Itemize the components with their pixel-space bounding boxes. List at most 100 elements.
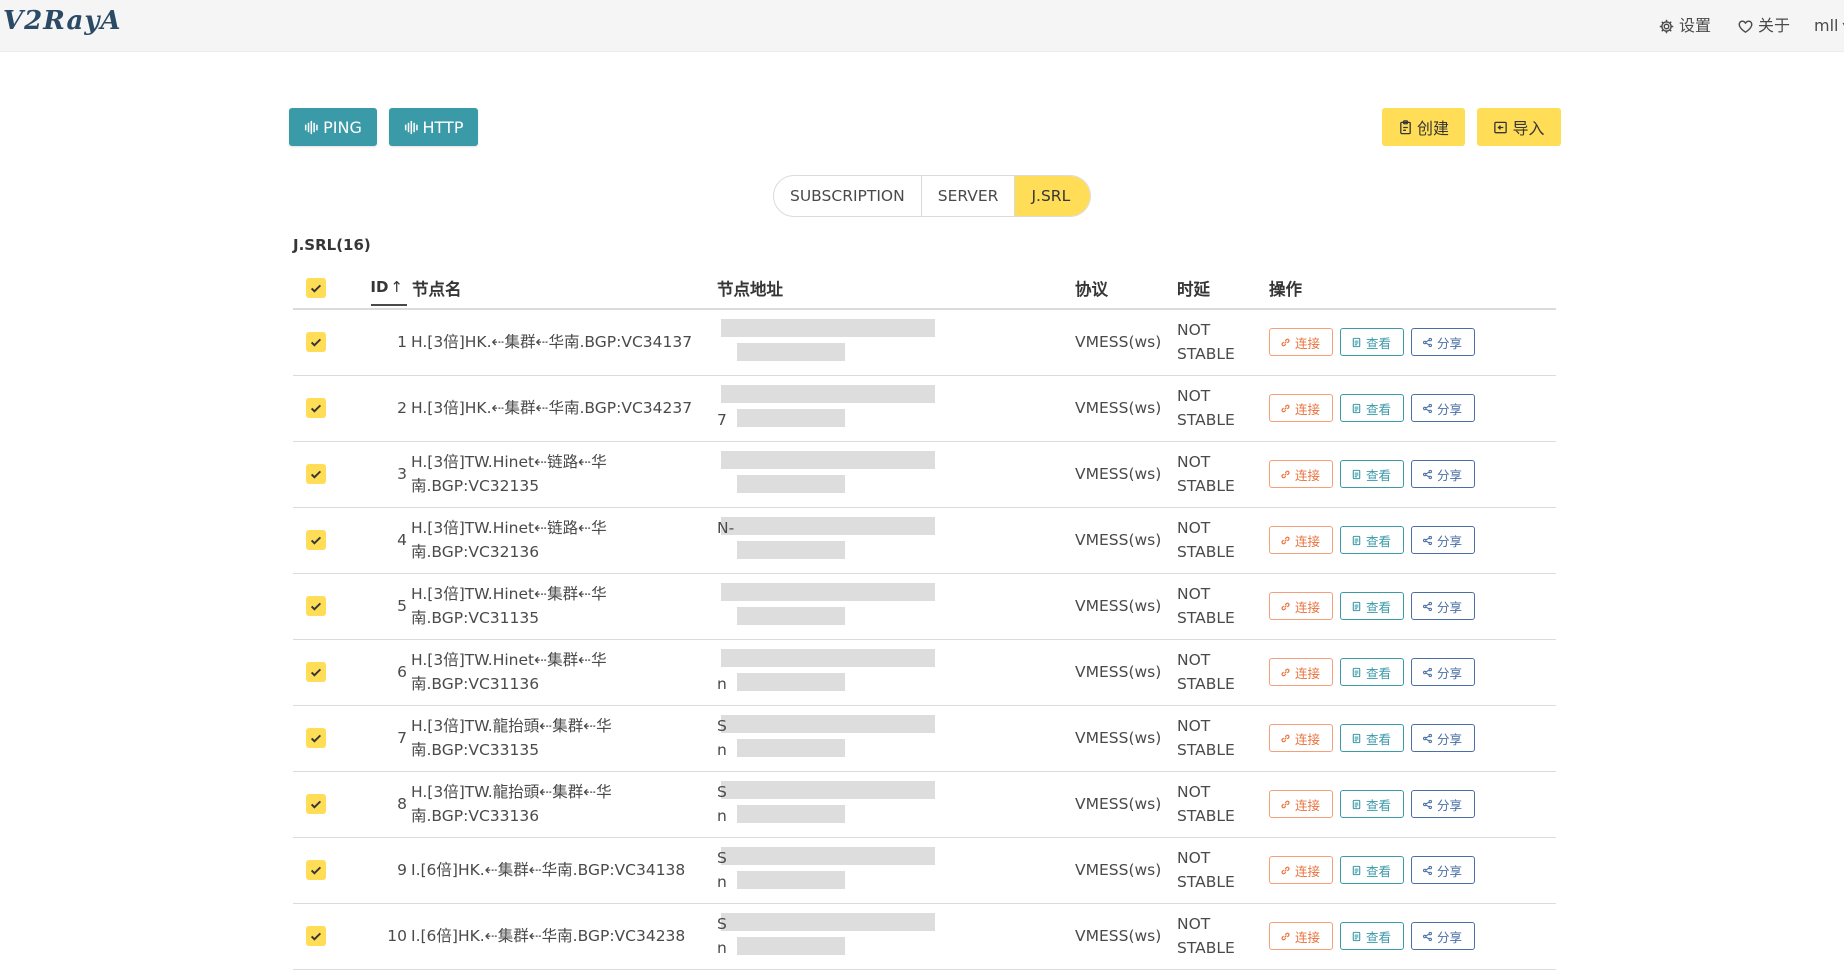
row-protocol: VMESS(ws) — [1075, 597, 1162, 615]
http-label: HTTP — [422, 117, 464, 137]
connect-button[interactable]: 连接 — [1269, 394, 1333, 422]
row-actions: 连接 查看 分享 — [1269, 922, 1475, 950]
row-checkbox[interactable] — [306, 662, 326, 682]
table-row: 7 H.[3倍]TW.龍抬頭⇠集群⇠华 南.BGP:VC33135 Sn VMESS(w… — [293, 706, 1556, 772]
check-icon — [310, 932, 322, 941]
http-button[interactable]: HTTP — [389, 108, 478, 146]
latency-line2: STABLE — [1177, 741, 1235, 759]
table-row: 10 I.[6倍]HK.⇠集群⇠华南.BGP:VC34238 Sn VMESS(ws)… — [293, 904, 1556, 970]
row-checkbox[interactable] — [306, 860, 326, 880]
row-protocol: VMESS(ws) — [1075, 333, 1162, 351]
view-label: 查看 — [1366, 335, 1392, 351]
about-link[interactable]: 关于 — [1737, 14, 1790, 38]
create-button[interactable]: 创建 — [1382, 108, 1465, 146]
row-node-name: I.[6倍]HK.⇠集群⇠华南.BGP:VC34138 — [411, 858, 711, 882]
view-button[interactable]: 查看 — [1340, 592, 1404, 620]
share-button[interactable]: 分享 — [1411, 790, 1475, 818]
document-icon — [1352, 667, 1361, 677]
connect-label: 连接 — [1295, 797, 1321, 813]
header-actions: 操作 — [1269, 280, 1302, 299]
connect-label: 连接 — [1295, 929, 1321, 945]
ping-button[interactable]: PING — [289, 108, 377, 146]
connect-button[interactable]: 连接 — [1269, 658, 1333, 686]
row-checkbox[interactable] — [306, 926, 326, 946]
view-label: 查看 — [1366, 467, 1392, 483]
view-button[interactable]: 查看 — [1340, 790, 1404, 818]
table-body: 1 H.[3倍]HK.⇠集群⇠华南.BGP:VC34137 VMESS(ws) NOT… — [293, 310, 1556, 970]
link-icon — [1281, 866, 1290, 874]
row-checkbox[interactable] — [306, 530, 326, 550]
connect-button[interactable]: 连接 — [1269, 856, 1333, 884]
row-id: 5 — [397, 597, 407, 615]
connect-button[interactable]: 连接 — [1269, 922, 1333, 950]
node-name-line2: 南.BGP:VC33135 — [411, 741, 540, 759]
view-button[interactable]: 查看 — [1340, 328, 1404, 356]
row-checkbox[interactable] — [306, 794, 326, 814]
import-button[interactable]: 导入 — [1477, 108, 1561, 146]
share-label: 分享 — [1437, 797, 1463, 813]
view-button[interactable]: 查看 — [1340, 658, 1404, 686]
view-button[interactable]: 查看 — [1340, 460, 1404, 488]
row-checkbox[interactable] — [306, 728, 326, 748]
share-button[interactable]: 分享 — [1411, 922, 1475, 950]
row-node-address-redacted: 7 — [717, 381, 977, 437]
share-button[interactable]: 分享 — [1411, 460, 1475, 488]
node-name-line2: 南.BGP:VC32136 — [411, 543, 540, 561]
settings-link[interactable]: 设置 — [1658, 14, 1711, 38]
share-button[interactable]: 分享 — [1411, 724, 1475, 752]
share-icon — [1423, 931, 1432, 941]
share-button[interactable]: 分享 — [1411, 328, 1475, 356]
share-button[interactable]: 分享 — [1411, 658, 1475, 686]
header-id-sortable[interactable]: ID ↑ — [370, 270, 407, 306]
user-menu[interactable]: mll ▾ — [1814, 14, 1844, 38]
view-button[interactable]: 查看 — [1340, 724, 1404, 752]
connect-button[interactable]: 连接 — [1269, 460, 1333, 488]
latency-line2: STABLE — [1177, 609, 1235, 627]
row-id: 1 — [397, 333, 407, 351]
row-latency: NOT STABLE — [1177, 318, 1247, 366]
link-icon — [1281, 932, 1290, 940]
connect-button[interactable]: 连接 — [1269, 592, 1333, 620]
connect-button[interactable]: 连接 — [1269, 724, 1333, 752]
row-checkbox[interactable] — [306, 596, 326, 616]
share-button[interactable]: 分享 — [1411, 856, 1475, 884]
node-name-line1: H.[3倍]HK.⇠集群⇠华南.BGP:VC34137 — [411, 333, 693, 351]
row-checkbox[interactable] — [306, 464, 326, 484]
row-id: 10 — [387, 927, 407, 945]
row-actions: 连接 查看 分享 — [1269, 658, 1475, 686]
share-label: 分享 — [1437, 863, 1463, 879]
tab-subscription[interactable]: SUBSCRIPTION — [774, 176, 922, 216]
latency-line1: NOT — [1177, 453, 1211, 471]
latency-line1: NOT — [1177, 717, 1211, 735]
share-icon — [1423, 337, 1432, 347]
share-button[interactable]: 分享 — [1411, 394, 1475, 422]
node-name-line1: I.[6倍]HK.⇠集群⇠华南.BGP:VC34238 — [411, 927, 686, 945]
connect-button[interactable]: 连接 — [1269, 526, 1333, 554]
address-fragment-1: S — [717, 915, 727, 933]
view-button[interactable]: 查看 — [1340, 394, 1404, 422]
select-all-checkbox[interactable] — [306, 278, 326, 298]
address-fragment-2: n — [717, 807, 727, 825]
table-row: 6 H.[3倍]TW.Hinet⇠集群⇠华 南.BGP:VC31136 n VMESS(… — [293, 640, 1556, 706]
tab-jsrl[interactable]: J.SRL — [1015, 176, 1091, 216]
link-icon — [1281, 404, 1290, 412]
view-label: 查看 — [1366, 533, 1392, 549]
connect-button[interactable]: 连接 — [1269, 790, 1333, 818]
view-button[interactable]: 查看 — [1340, 856, 1404, 884]
table-row: 4 H.[3倍]TW.Hinet⇠链路⇠华 南.BGP:VC32136 N- VMESS… — [293, 508, 1556, 574]
connect-button[interactable]: 连接 — [1269, 328, 1333, 356]
row-checkbox[interactable] — [306, 398, 326, 418]
view-button[interactable]: 查看 — [1340, 922, 1404, 950]
row-latency: NOT STABLE — [1177, 912, 1247, 960]
view-button[interactable]: 查看 — [1340, 526, 1404, 554]
app-logo[interactable]: V2RayA — [3, 6, 122, 36]
tab-server[interactable]: SERVER — [922, 176, 1016, 216]
table-row: 5 H.[3倍]TW.Hinet⇠集群⇠华 南.BGP:VC31135 VMESS(w… — [293, 574, 1556, 640]
group-tabs: SUBSCRIPTION SERVER J.SRL — [773, 175, 1092, 217]
import-icon — [1494, 121, 1508, 133]
row-checkbox[interactable] — [306, 332, 326, 352]
share-button[interactable]: 分享 — [1411, 592, 1475, 620]
share-button[interactable]: 分享 — [1411, 526, 1475, 554]
row-node-address-redacted — [717, 447, 977, 503]
row-protocol: VMESS(ws) — [1075, 399, 1162, 417]
